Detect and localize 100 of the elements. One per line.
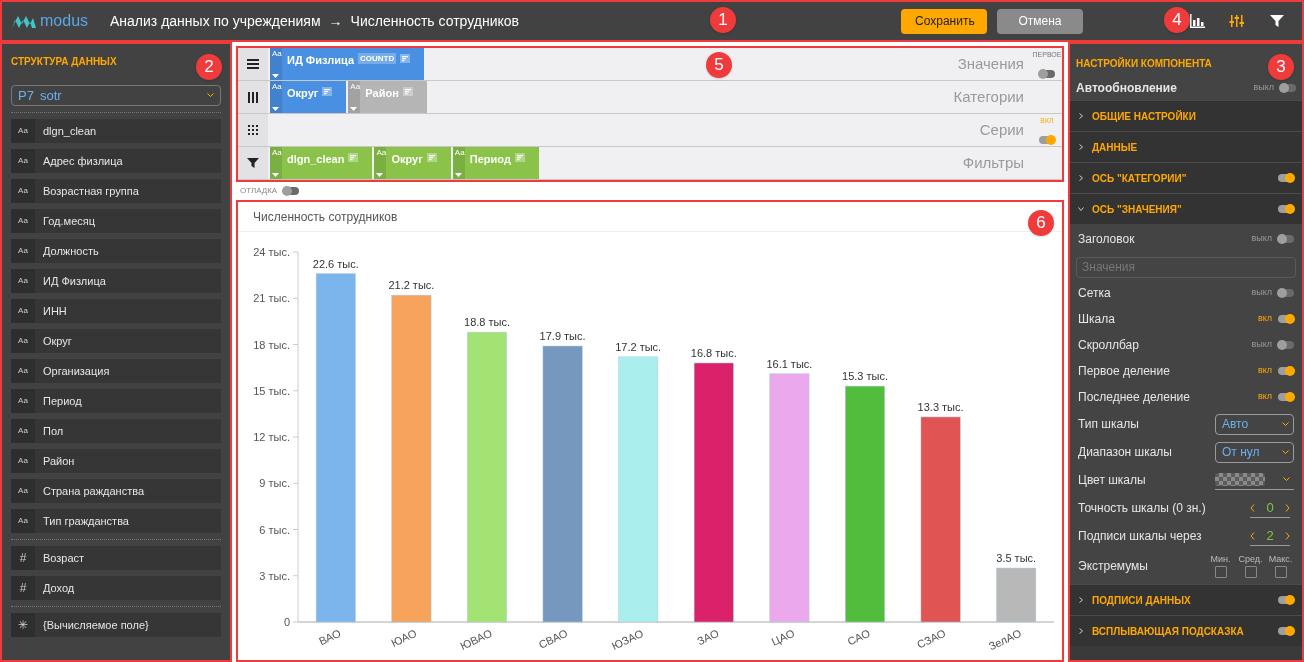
chevron-left-icon[interactable] xyxy=(1250,531,1255,540)
chevron-down-icon xyxy=(1282,449,1289,455)
field-item[interactable]: # Возраст xyxy=(11,546,221,570)
toggle-switch[interactable] xyxy=(1278,315,1294,323)
field-item[interactable]: Aa dlgn_clean xyxy=(11,119,221,143)
caret-icon[interactable] xyxy=(376,173,384,177)
field-item[interactable]: Aa Тип гражданства xyxy=(11,509,221,533)
checkbox[interactable] xyxy=(1244,566,1257,578)
field-chip[interactable]: Aa ИД Физлица COUNTD xyxy=(270,48,425,80)
sliders-icon[interactable] xyxy=(1228,12,1246,30)
field-item[interactable]: Aa Организация xyxy=(11,359,221,383)
dropdown[interactable]: Авто xyxy=(1215,413,1294,435)
callout-number: 1 xyxy=(710,7,736,33)
source-dropdown[interactable]: P7 sotr xyxy=(11,85,221,106)
bar[interactable] xyxy=(920,416,961,623)
section-header[interactable]: ДАННЫЕ xyxy=(1070,132,1302,162)
section-header[interactable]: ОБЩИЕ НАСТРОЙКИ xyxy=(1070,101,1302,131)
field-item[interactable]: Aa Округ xyxy=(11,329,221,353)
toggle-switch[interactable] xyxy=(1278,341,1294,349)
checkbox[interactable] xyxy=(1214,566,1227,578)
toggle-switch[interactable] xyxy=(1278,235,1294,243)
setting-label: Экстремумы xyxy=(1078,558,1148,575)
field-item[interactable]: Aa Адрес физлица xyxy=(11,149,221,173)
chevron-right-icon xyxy=(1078,597,1084,603)
axis-tick-label: 18 тыс. xyxy=(253,338,290,351)
field-name: Страна ражданства xyxy=(43,483,145,499)
field-item[interactable]: Aa Должность xyxy=(11,239,221,263)
toggle-switch[interactable] xyxy=(1278,596,1294,604)
filter-icon xyxy=(247,157,259,169)
chevron-right-icon[interactable] xyxy=(1285,531,1290,540)
bar[interactable] xyxy=(996,567,1037,623)
dropdown[interactable]: От нул xyxy=(1215,441,1294,463)
field-item[interactable]: Aa ИД Физлица xyxy=(11,269,221,293)
toggle-switch[interactable] xyxy=(1278,205,1294,213)
setting-label: Первое деление xyxy=(1078,363,1170,380)
save-button[interactable]: Сохранить xyxy=(901,8,987,34)
bar[interactable] xyxy=(542,345,583,623)
setting-label: Заголовок xyxy=(1078,231,1135,248)
field-item[interactable]: Aa Страна ражданства xyxy=(11,479,221,503)
bar[interactable] xyxy=(693,362,734,623)
toggle-switch[interactable] xyxy=(1278,367,1294,375)
bar[interactable] xyxy=(315,273,356,623)
chevron-right-icon[interactable] xyxy=(1285,503,1290,512)
caret-icon[interactable] xyxy=(454,173,462,177)
field-name: Возраст xyxy=(43,550,85,566)
field-item[interactable]: Aa Период xyxy=(11,389,221,413)
shelf-label: Категории xyxy=(953,86,1024,107)
toggle-switch[interactable] xyxy=(1278,174,1294,182)
section-header[interactable]: ВСПЛЫВАЮЩАЯ ПОДСКАЗКА xyxy=(1070,616,1302,646)
type-label: Aa xyxy=(11,299,35,323)
toggle-switch[interactable] xyxy=(283,187,300,195)
sort-icon[interactable] xyxy=(514,153,525,162)
field-item[interactable]: Aa ИНН xyxy=(11,299,221,323)
section-header[interactable]: ОСЬ "КАТЕГОРИИ" xyxy=(1070,163,1302,193)
bar-chart-icon[interactable] xyxy=(1188,12,1206,30)
field-item[interactable]: # Доход xyxy=(11,576,221,600)
toggle-switch[interactable] xyxy=(1278,393,1294,401)
toggle-switch[interactable] xyxy=(1039,70,1055,78)
color-picker[interactable] xyxy=(1215,470,1294,490)
field-item[interactable]: ✳ {Вычисляемое поле} xyxy=(11,613,221,637)
toggle-switch[interactable] xyxy=(1278,627,1294,635)
toggle-switch[interactable] xyxy=(1280,84,1296,92)
field-item[interactable]: Aa Пол xyxy=(11,419,221,443)
stepper-value[interactable]: 2 xyxy=(1266,525,1274,546)
data-label: 21.2 тыс. xyxy=(388,279,435,292)
sort-icon[interactable] xyxy=(400,54,411,63)
callout-number: 2 xyxy=(196,54,222,80)
checkbox[interactable] xyxy=(1274,566,1287,578)
type-label: Aa xyxy=(272,50,280,58)
field-item[interactable]: Aa Год.месяц xyxy=(11,209,221,233)
chip-label: Район xyxy=(365,86,399,101)
menu-icon xyxy=(247,59,259,69)
field-chip[interactable]: Aa Округ xyxy=(270,81,347,113)
setting-label: Тип шкалы xyxy=(1078,416,1139,433)
chevron-down-icon xyxy=(1283,477,1290,482)
toggle-switch[interactable] xyxy=(1278,289,1294,297)
caret-icon[interactable] xyxy=(272,173,279,177)
sort-icon[interactable] xyxy=(348,153,359,162)
sort-icon[interactable] xyxy=(402,87,413,96)
data-label: 17.9 тыс. xyxy=(539,330,586,343)
caret-icon[interactable] xyxy=(272,107,279,111)
stepper-value[interactable]: 0 xyxy=(1266,497,1274,518)
caret-icon[interactable] xyxy=(272,74,279,78)
toggle-switch[interactable] xyxy=(1039,136,1055,144)
section-header[interactable]: ОСЬ "ЗНАЧЕНИЯ" xyxy=(1070,194,1302,224)
sort-icon[interactable] xyxy=(322,87,333,96)
field-item[interactable]: Aa Возрастная группа xyxy=(11,179,221,203)
data-label: 17.2 тыс. xyxy=(615,340,662,353)
field-item[interactable]: Aa Район xyxy=(11,449,221,473)
category-label: СВАО xyxy=(536,626,570,651)
caret-icon[interactable] xyxy=(350,107,358,111)
chevron-left-icon[interactable] xyxy=(1250,503,1255,512)
filter-icon[interactable] xyxy=(1268,12,1286,30)
chip-label: Округ xyxy=(287,86,319,101)
section-header[interactable]: ПОДПИСИ ДАННЫХ xyxy=(1070,585,1302,615)
sort-icon[interactable] xyxy=(426,153,437,162)
type-label: Aa xyxy=(11,179,35,203)
chevron-right-icon xyxy=(1078,144,1084,150)
field-name: Округ xyxy=(43,333,72,349)
field-name: Район xyxy=(43,453,75,469)
